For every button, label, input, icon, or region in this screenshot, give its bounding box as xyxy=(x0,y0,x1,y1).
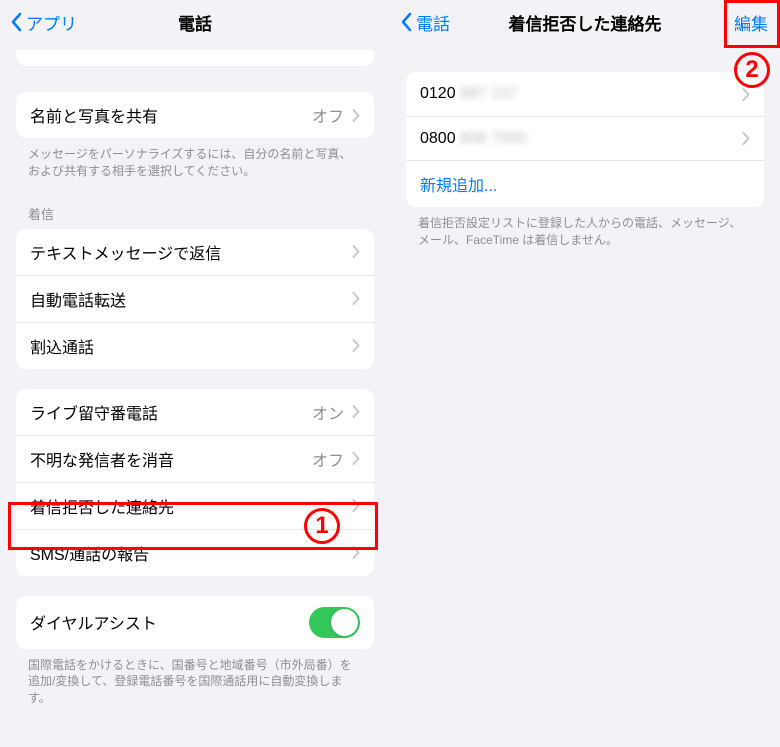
chevron-right-icon xyxy=(742,88,750,101)
content-area: 名前と写真を共有 オフ メッセージをパーソナライズするには、自分の名前と写真、お… xyxy=(0,44,390,747)
annotation-number-2: 2 xyxy=(734,52,770,88)
back-label: アプリ xyxy=(26,10,77,35)
row-label: ライブ留守番電話 xyxy=(30,400,312,424)
live-voicemail-row[interactable]: ライブ留守番電話 オン xyxy=(16,389,374,435)
add-new-row[interactable]: 新規追加... xyxy=(406,160,764,207)
blocked-number-row[interactable]: 0120 887 237 xyxy=(406,72,764,116)
row-value: オフ xyxy=(312,447,344,471)
chevron-right-icon xyxy=(352,452,360,465)
row-label: 不明な発信者を消音 xyxy=(30,447,312,471)
chevron-right-icon xyxy=(352,292,360,305)
chevron-right-icon xyxy=(352,405,360,418)
share-footer: メッセージをパーソナライズするには、自分の名前と写真、および共有する相手を選択し… xyxy=(0,146,390,190)
row-label: テキストメッセージで返信 xyxy=(30,240,352,264)
blocked-number: 0120 887 237 xyxy=(420,85,742,103)
chevron-right-icon xyxy=(352,109,360,122)
back-label: 電話 xyxy=(416,10,450,35)
incoming-group: テキストメッセージで返信 自動電話転送 割込通話 xyxy=(16,229,374,369)
call-waiting-row[interactable]: 割込通話 xyxy=(16,322,374,369)
dial-assist-toggle[interactable] xyxy=(309,607,360,638)
annotation-number-1: 1 xyxy=(304,508,340,544)
back-button[interactable]: アプリ xyxy=(10,10,77,35)
chevron-right-icon xyxy=(352,546,360,559)
caller-group: ライブ留守番電話 オン 不明な発信者を消音 オフ 着信拒否した連絡先 SMS/通… xyxy=(16,389,374,576)
call-forward-row[interactable]: 自動電話転送 xyxy=(16,275,374,322)
nav-bar: アプリ 電話 xyxy=(0,0,390,44)
blocked-number-row[interactable]: 0800 808 7000 xyxy=(406,116,764,160)
edit-button[interactable]: 編集 xyxy=(734,10,768,35)
row-label: 割込通話 xyxy=(30,334,352,358)
chevron-right-icon xyxy=(352,339,360,352)
nav-bar: 電話 着信拒否した連絡先 編集 xyxy=(390,0,780,44)
chevron-left-icon xyxy=(400,12,412,32)
content-area: 0120 887 237 0800 808 7000 新規追加... 着信拒否設… xyxy=(390,44,780,747)
blocked-number: 0800 808 7000 xyxy=(420,130,742,148)
incoming-section-header: 着信 xyxy=(0,190,390,229)
phone-settings-screen: アプリ 電話 名前と写真を共有 オフ メッセージをパーソナライズするには、自分の… xyxy=(0,0,390,747)
dial-assist-group: ダイヤルアシスト xyxy=(16,596,374,649)
dial-assist-row[interactable]: ダイヤルアシスト xyxy=(16,596,374,649)
dial-assist-footer: 国際電話をかけるときに、国番号と地域番号（市外局番）を追加/変換して、登録電話番… xyxy=(0,657,390,717)
row-value: オン xyxy=(312,400,344,424)
silence-unknown-row[interactable]: 不明な発信者を消音 オフ xyxy=(16,435,374,482)
add-new-label: 新規追加... xyxy=(420,172,750,196)
chevron-right-icon xyxy=(742,132,750,145)
row-label: 名前と写真を共有 xyxy=(30,103,312,127)
blocked-footer: 着信拒否設定リストに登録した人からの電話、メッセージ、メール、FaceTime … xyxy=(390,215,780,259)
blocked-list-group: 0120 887 237 0800 808 7000 新規追加... xyxy=(406,72,764,207)
row-label: 着信拒否した連絡先 xyxy=(30,494,352,518)
chevron-right-icon xyxy=(352,499,360,512)
blocked-contacts-screen: 電話 着信拒否した連絡先 編集 0120 887 237 0800 808 70… xyxy=(390,0,780,747)
row-label: 自動電話転送 xyxy=(30,287,352,311)
partial-group-top xyxy=(16,50,374,66)
share-group: 名前と写真を共有 オフ xyxy=(16,92,374,138)
text-reply-row[interactable]: テキストメッセージで返信 xyxy=(16,229,374,275)
chevron-right-icon xyxy=(352,245,360,258)
row-label: SMS/通話の報告 xyxy=(30,541,352,565)
row-value: オフ xyxy=(312,103,344,127)
share-name-photo-row[interactable]: 名前と写真を共有 オフ xyxy=(16,92,374,138)
chevron-left-icon xyxy=(10,12,22,32)
row-label: ダイヤルアシスト xyxy=(30,610,309,634)
back-button[interactable]: 電話 xyxy=(400,10,450,35)
